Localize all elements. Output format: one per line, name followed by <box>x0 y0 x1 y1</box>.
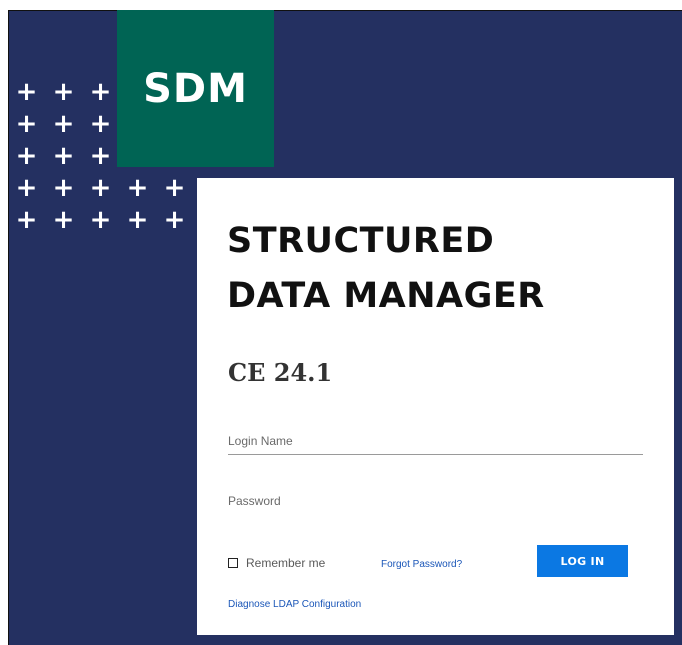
plus-icon: + <box>52 77 75 107</box>
plus-row: + + + <box>8 140 193 172</box>
product-title-line-2: DATA MANAGER <box>227 276 545 316</box>
product-title: STRUCTURED DATA MANAGER <box>227 214 545 324</box>
remember-me-label: Remember me <box>246 556 326 570</box>
plus-icon: + <box>52 141 75 171</box>
password-input[interactable] <box>228 488 643 515</box>
plus-icon: + <box>15 205 38 235</box>
plus-icon: + <box>89 109 112 139</box>
diagnose-ldap-link[interactable]: Diagnose LDAP Configuration <box>228 599 361 610</box>
plus-icon: + <box>89 205 112 235</box>
plus-icon: + <box>163 173 186 203</box>
plus-icon: + <box>15 109 38 139</box>
login-card: STRUCTURED DATA MANAGER CE 24.1 Remember… <box>197 178 674 635</box>
plus-row: + + + + + <box>8 204 193 236</box>
plus-icon: + <box>89 173 112 203</box>
product-title-line-1: STRUCTURED <box>227 221 495 261</box>
plus-icon: + <box>89 141 112 171</box>
plus-icon: + <box>15 77 38 107</box>
plus-row: + + + + + <box>8 172 193 204</box>
version-label: CE 24.1 <box>228 358 333 387</box>
plus-icon: + <box>163 205 186 235</box>
forgot-password-link[interactable]: Forgot Password? <box>381 559 462 570</box>
plus-icon: + <box>126 205 149 235</box>
plus-icon: + <box>52 173 75 203</box>
plus-row: + + + <box>8 108 193 140</box>
plus-icon: + <box>89 77 112 107</box>
remember-me-control[interactable]: Remember me <box>228 556 325 570</box>
login-name-input[interactable] <box>228 428 643 455</box>
plus-pattern-decoration: + + + + + + + + + + + + + + + + + + + <box>8 76 193 236</box>
remember-me-checkbox[interactable] <box>228 558 238 568</box>
plus-icon: + <box>52 109 75 139</box>
plus-row: + + + <box>8 76 193 108</box>
plus-icon: + <box>126 173 149 203</box>
plus-icon: + <box>15 141 38 171</box>
plus-icon: + <box>15 173 38 203</box>
login-button[interactable]: LOG IN <box>537 545 628 577</box>
frame-border-top <box>8 10 682 11</box>
plus-icon: + <box>52 205 75 235</box>
